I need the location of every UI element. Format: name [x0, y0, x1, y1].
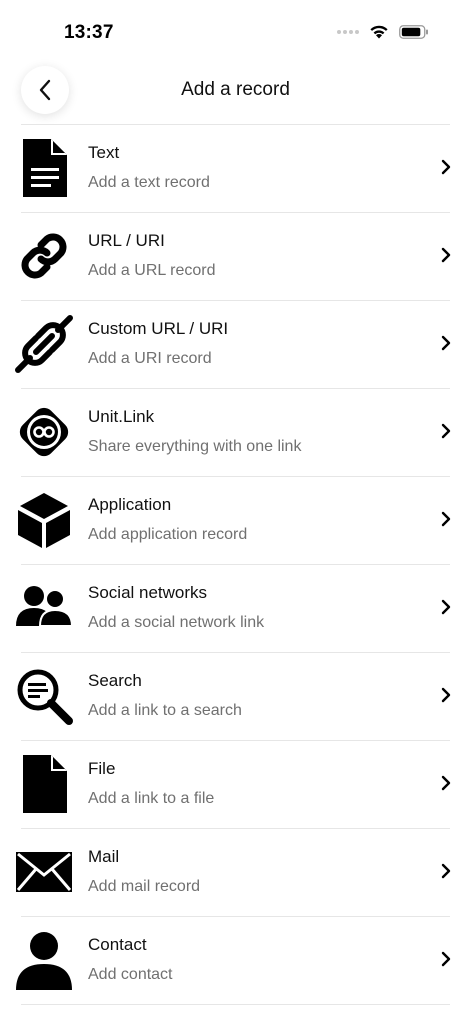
record-item-application[interactable]: Application Add application record: [18, 477, 451, 565]
chevron-right-icon: [441, 687, 451, 703]
text-document-icon: [13, 137, 75, 199]
record-item-subtitle: Share everything with one link: [88, 438, 302, 455]
status-time: 13:37: [64, 22, 114, 43]
record-item-mail[interactable]: Mail Add mail record: [16, 829, 451, 917]
chevron-right-icon: [441, 951, 451, 967]
record-item-social-networks[interactable]: Social networks Add a social network lin…: [16, 565, 451, 653]
record-item-subtitle: Add a social network link: [88, 614, 265, 631]
chevron-right-icon: [441, 159, 451, 175]
chevron-right-icon: [441, 335, 451, 351]
record-item-subtitle: Add a text record: [88, 174, 210, 191]
record-item-subtitle: Add contact: [88, 966, 173, 983]
contact-icon: [13, 929, 75, 991]
link-icon: [13, 225, 75, 287]
cube-icon: [13, 489, 75, 551]
record-item-title: File: [88, 759, 116, 778]
unit-link-icon: [13, 401, 75, 463]
record-item-custom-url[interactable]: Custom URL / URI Add a URI record: [15, 301, 451, 389]
record-item-title: Mail: [88, 847, 120, 866]
chevron-right-icon: [441, 599, 451, 615]
record-item-title: Search: [88, 671, 142, 690]
record-item-title: Social networks: [88, 583, 208, 602]
chevron-right-icon: [441, 511, 451, 527]
chevron-right-icon: [441, 863, 451, 879]
wifi-icon: [370, 25, 388, 39]
record-item-url[interactable]: URL / URI Add a URL record: [21, 213, 451, 301]
cellular-signal-icon: [337, 29, 359, 34]
status-bar: 13:37: [0, 0, 471, 62]
record-item-title: Contact: [88, 935, 147, 954]
record-item-title: URL / URI: [88, 231, 165, 250]
record-item-text[interactable]: Text Add a text record: [21, 125, 451, 213]
record-item-subtitle: Add a URL record: [88, 262, 216, 279]
page-title: Add a record: [181, 79, 290, 100]
record-item-title: Application: [88, 495, 172, 514]
battery-icon: [399, 24, 428, 39]
chevron-right-icon: [441, 423, 451, 439]
record-item-subtitle: Add a URI record: [88, 350, 212, 367]
record-item-title: Unit.Link: [88, 407, 155, 426]
record-item-unit-link[interactable]: Unit.Link Share everything with one link: [19, 389, 451, 477]
search-icon: [13, 665, 75, 727]
record-item-file[interactable]: File Add a link to a file: [21, 741, 451, 829]
record-item-title: Text: [88, 143, 120, 162]
record-item-search[interactable]: Search Add a link to a search: [17, 653, 451, 741]
people-icon: [13, 577, 75, 639]
status-indicators: [337, 24, 429, 39]
record-type-list: Text Add a text record URL / URI Add a U…: [15, 124, 451, 1005]
custom-link-icon: [13, 313, 75, 375]
navigation-bar: Add a record: [0, 62, 471, 124]
record-item-title: Custom URL / URI: [88, 319, 229, 338]
file-icon: [13, 753, 75, 815]
mail-icon: [13, 841, 75, 903]
record-item-subtitle: Add mail record: [88, 878, 201, 895]
record-item-contact[interactable]: Contact Add contact: [16, 917, 451, 1005]
record-item-subtitle: Add application record: [88, 526, 248, 543]
chevron-right-icon: [441, 247, 451, 263]
record-item-subtitle: Add a link to a search: [88, 702, 242, 719]
chevron-right-icon: [441, 775, 451, 791]
record-item-subtitle: Add a link to a file: [88, 790, 215, 807]
